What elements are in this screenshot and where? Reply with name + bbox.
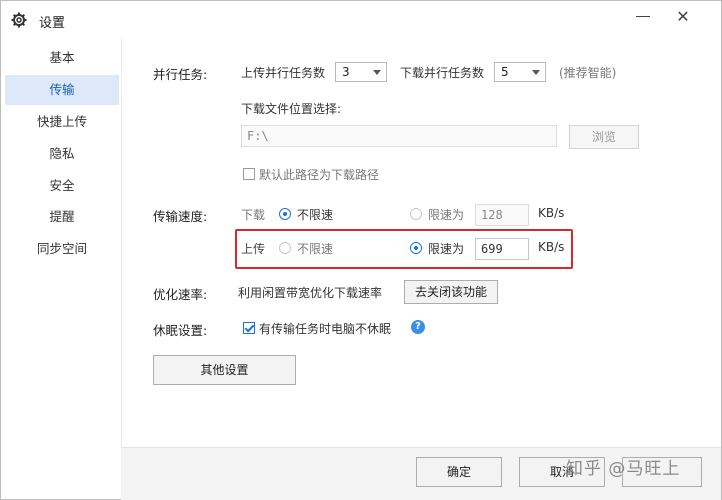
settings-window: 设置 ✕ 基本 传输 快捷上传 隐私 安全 提醒 同步空间 并行任务: 上传并行… xyxy=(0,0,722,500)
help-icon[interactable]: ? xyxy=(411,320,425,334)
download-limit-label: 限速为 xyxy=(428,208,465,222)
default-path-label: 默认此路径为下载路径 xyxy=(259,168,380,182)
sleep-settings-label: 休眠设置: xyxy=(153,323,208,338)
upload-parallel-select[interactable]: 3 xyxy=(335,62,387,82)
sidebar-item-transfer[interactable]: 传输 xyxy=(5,75,119,105)
parallel-hint: (推荐智能) xyxy=(559,66,617,80)
parallel-tasks-label: 并行任务: xyxy=(153,67,208,82)
download-limit-unit: KB/s xyxy=(538,206,565,220)
default-path-checkbox[interactable] xyxy=(243,168,255,180)
upload-parallel-value: 3 xyxy=(342,65,350,79)
sidebar-item-sync-space[interactable]: 同步空间 xyxy=(5,234,119,264)
title-bar: 设置 ✕ xyxy=(1,1,721,39)
optimize-rate-label: 优化速率: xyxy=(153,287,208,302)
download-limit-input[interactable] xyxy=(475,204,529,226)
gear-icon xyxy=(11,12,27,28)
minimize-button[interactable] xyxy=(633,7,653,27)
download-location-label: 下载文件位置选择: xyxy=(241,102,342,116)
ok-button[interactable]: 确定 xyxy=(416,457,502,487)
upload-parallel-label: 上传并行任务数 xyxy=(241,66,326,80)
download-parallel-select[interactable]: 5 xyxy=(494,62,546,82)
sidebar-item-quick-upload[interactable]: 快捷上传 xyxy=(5,107,119,137)
sidebar: 基本 传输 快捷上传 隐私 安全 提醒 同步空间 xyxy=(1,39,122,447)
prevent-sleep-checkbox[interactable] xyxy=(243,322,255,334)
upload-speed-highlight-box xyxy=(235,229,573,269)
chevron-down-icon xyxy=(373,70,381,75)
download-parallel-label: 下载并行任务数 xyxy=(400,66,485,80)
download-unlimited-radio[interactable] xyxy=(279,208,291,220)
close-button[interactable]: ✕ xyxy=(673,7,693,27)
download-speed-label: 下载 xyxy=(241,208,266,222)
other-settings-button[interactable]: 其他设置 xyxy=(153,355,296,385)
download-path-field[interactable] xyxy=(241,125,557,147)
transfer-speed-label: 传输速度: xyxy=(153,209,208,224)
sidebar-item-privacy[interactable]: 隐私 xyxy=(5,139,119,169)
sidebar-item-security[interactable]: 安全 xyxy=(5,171,119,201)
window-title: 设置 xyxy=(39,16,66,31)
chevron-down-icon xyxy=(532,70,540,75)
disable-optimize-button[interactable]: 去关闭该功能 xyxy=(404,280,498,304)
download-parallel-value: 5 xyxy=(501,65,509,79)
browse-button[interactable]: 浏览 xyxy=(569,125,639,149)
watermark-text: 知乎 @马旺上 xyxy=(566,459,681,479)
download-unlimited-label: 不限速 xyxy=(297,208,334,222)
sidebar-item-reminder[interactable]: 提醒 xyxy=(5,202,119,232)
sidebar-item-basic[interactable]: 基本 xyxy=(5,43,119,73)
download-limit-radio[interactable] xyxy=(410,208,422,220)
prevent-sleep-label: 有传输任务时电脑不休眠 xyxy=(259,322,392,336)
optimize-rate-text: 利用闲置带宽优化下载速率 xyxy=(238,286,383,300)
